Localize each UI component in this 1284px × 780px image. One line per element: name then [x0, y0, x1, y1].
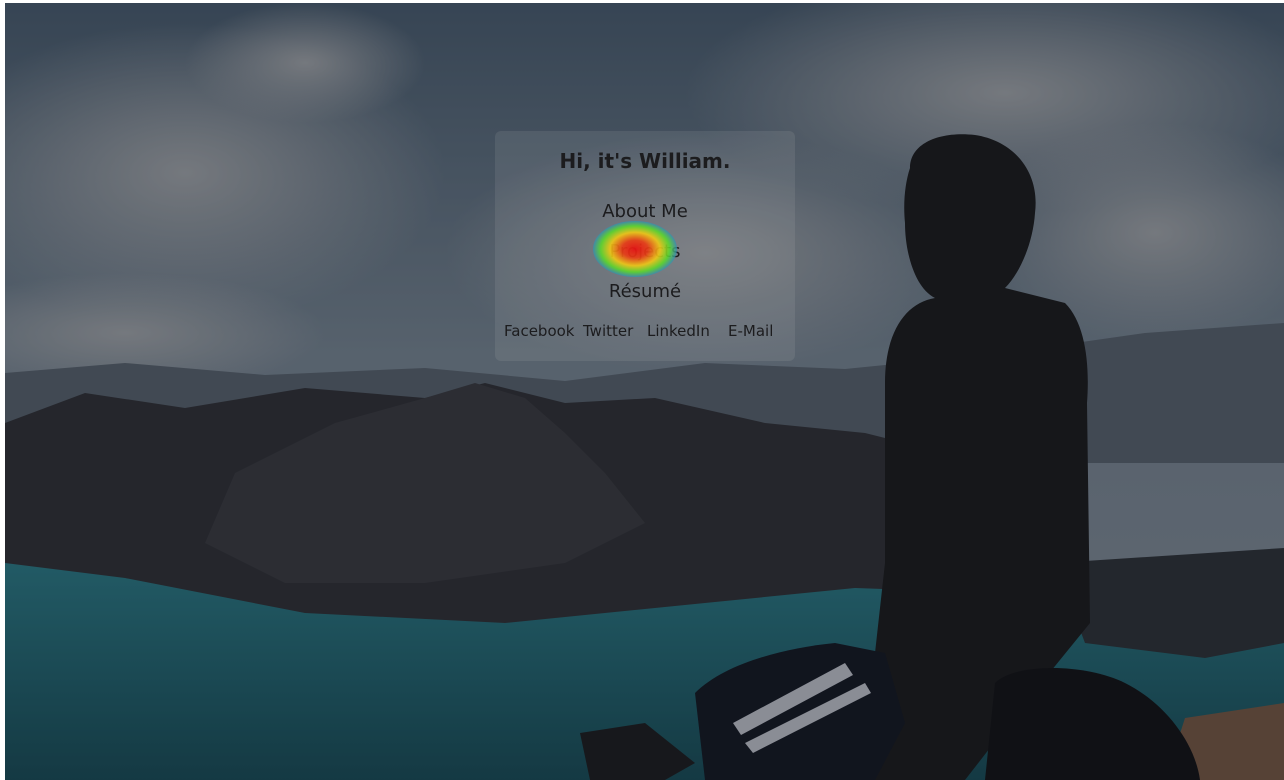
page-viewport: Hi, it's William. About Me Projects Résu… — [5, 3, 1284, 780]
dark-overlay — [5, 3, 1284, 780]
social-link-twitter[interactable]: Twitter — [583, 322, 633, 340]
intro-card: Hi, it's William. About Me Projects Résu… — [495, 131, 795, 361]
nav-link-about-me[interactable]: About Me — [495, 201, 795, 222]
social-link-linkedin[interactable]: LinkedIn — [647, 322, 710, 340]
social-link-email[interactable]: E-Mail — [728, 322, 773, 340]
nav-link-projects[interactable]: Projects — [495, 241, 795, 262]
social-link-facebook[interactable]: Facebook — [504, 322, 574, 340]
page-title: Hi, it's William. — [559, 149, 731, 173]
nav-link-resume[interactable]: Résumé — [495, 281, 795, 302]
